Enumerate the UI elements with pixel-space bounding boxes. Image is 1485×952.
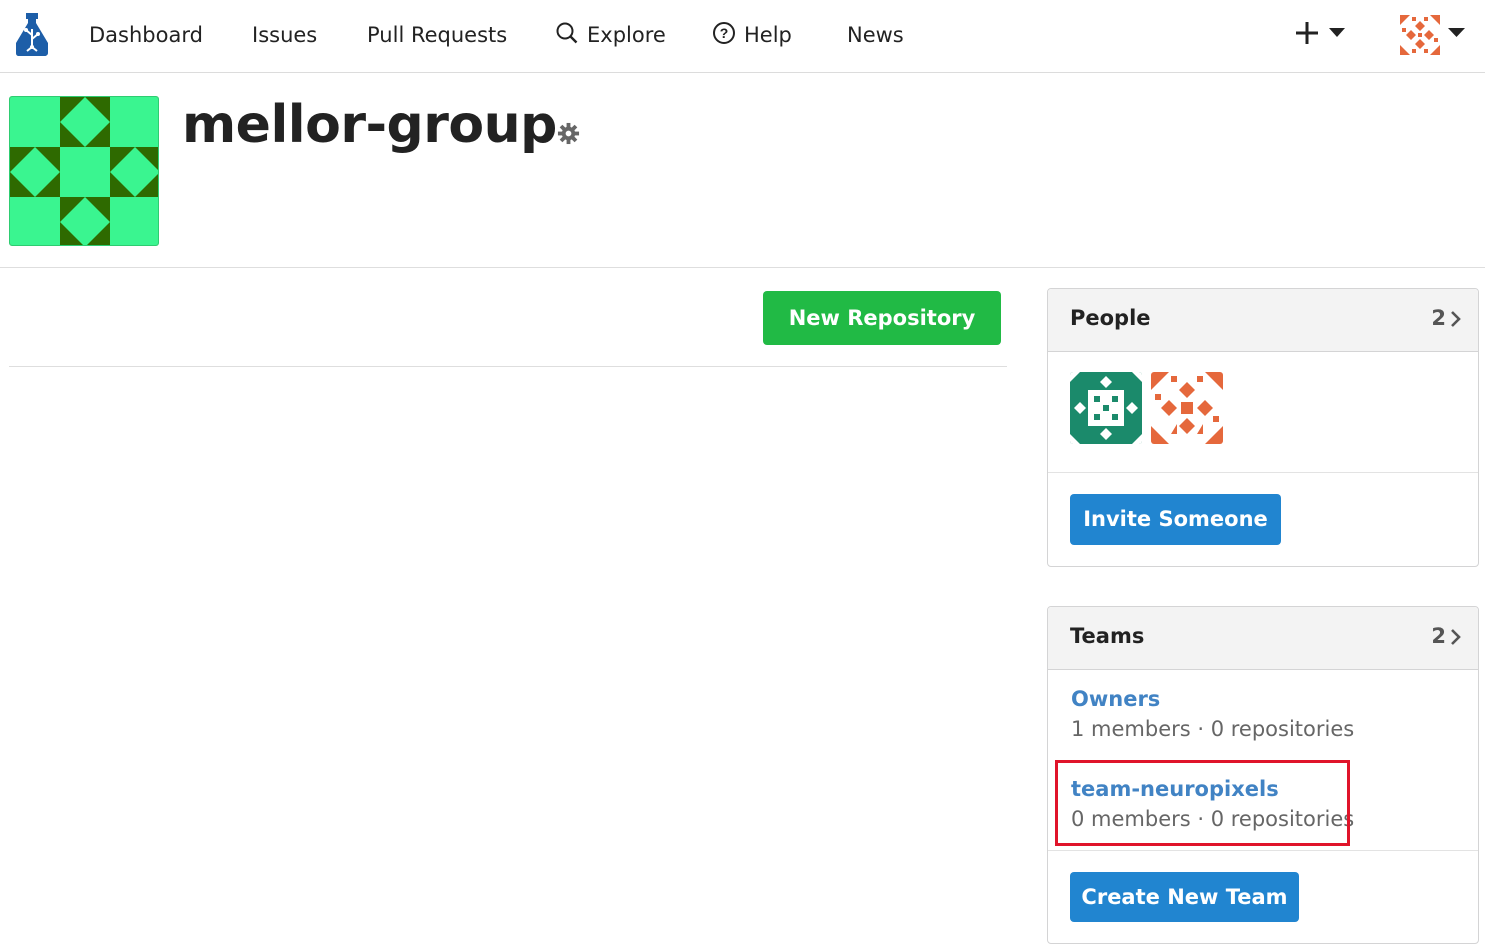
nav-explore[interactable]: Explore	[555, 20, 666, 50]
invite-someone-button[interactable]: Invite Someone	[1070, 494, 1281, 545]
help-icon: ?	[713, 22, 735, 44]
teams-divider	[1048, 850, 1478, 851]
nav-help-label: Help	[744, 23, 792, 47]
header-divider	[0, 267, 1485, 268]
chevron-down-icon	[1448, 28, 1465, 37]
member-avatar[interactable]	[1151, 372, 1223, 444]
create-new-team-button[interactable]: Create New Team	[1070, 872, 1299, 922]
gitea-logo-icon[interactable]	[12, 11, 52, 57]
people-title: People	[1070, 306, 1151, 330]
team-link-owners[interactable]: Owners	[1071, 684, 1354, 714]
nav-issues[interactable]: Issues	[252, 20, 317, 50]
teams-header[interactable]: Teams 2	[1048, 607, 1478, 670]
people-panel: People 2 Invite Someone	[1047, 288, 1479, 567]
nav-dashboard[interactable]: Dashboard	[89, 20, 203, 50]
people-count: 2	[1431, 306, 1446, 330]
search-icon	[556, 22, 578, 44]
org-avatar	[9, 96, 159, 246]
member-avatars	[1070, 372, 1232, 448]
team-item: Owners 1 members · 0 repositories	[1071, 684, 1354, 744]
user-avatar-icon	[1400, 15, 1440, 55]
chevron-right-icon	[1451, 629, 1461, 645]
member-avatar[interactable]	[1070, 372, 1142, 444]
create-dropdown[interactable]	[1296, 18, 1358, 48]
nav-explore-label: Explore	[587, 23, 666, 47]
new-repository-button[interactable]: New Repository	[763, 291, 1001, 345]
settings-gear-icon[interactable]	[557, 122, 580, 145]
nav-help[interactable]: ? Help	[712, 20, 792, 50]
nav-pull-requests[interactable]: Pull Requests	[367, 20, 507, 50]
people-header[interactable]: People 2	[1048, 289, 1478, 352]
team-meta: 1 members · 0 repositories	[1071, 717, 1355, 741]
people-divider	[1048, 472, 1478, 473]
user-menu[interactable]	[1400, 15, 1470, 55]
nav-news[interactable]: News	[847, 20, 904, 50]
repo-list-divider	[9, 366, 1007, 367]
chevron-right-icon	[1451, 311, 1461, 327]
svg-text:?: ?	[720, 25, 729, 41]
teams-count: 2	[1431, 624, 1446, 648]
top-navbar: Dashboard Issues Pull Requests Explore ?…	[0, 0, 1485, 73]
highlight-box	[1055, 760, 1350, 846]
teams-title: Teams	[1070, 624, 1145, 648]
org-name: mellor-group	[182, 95, 557, 155]
